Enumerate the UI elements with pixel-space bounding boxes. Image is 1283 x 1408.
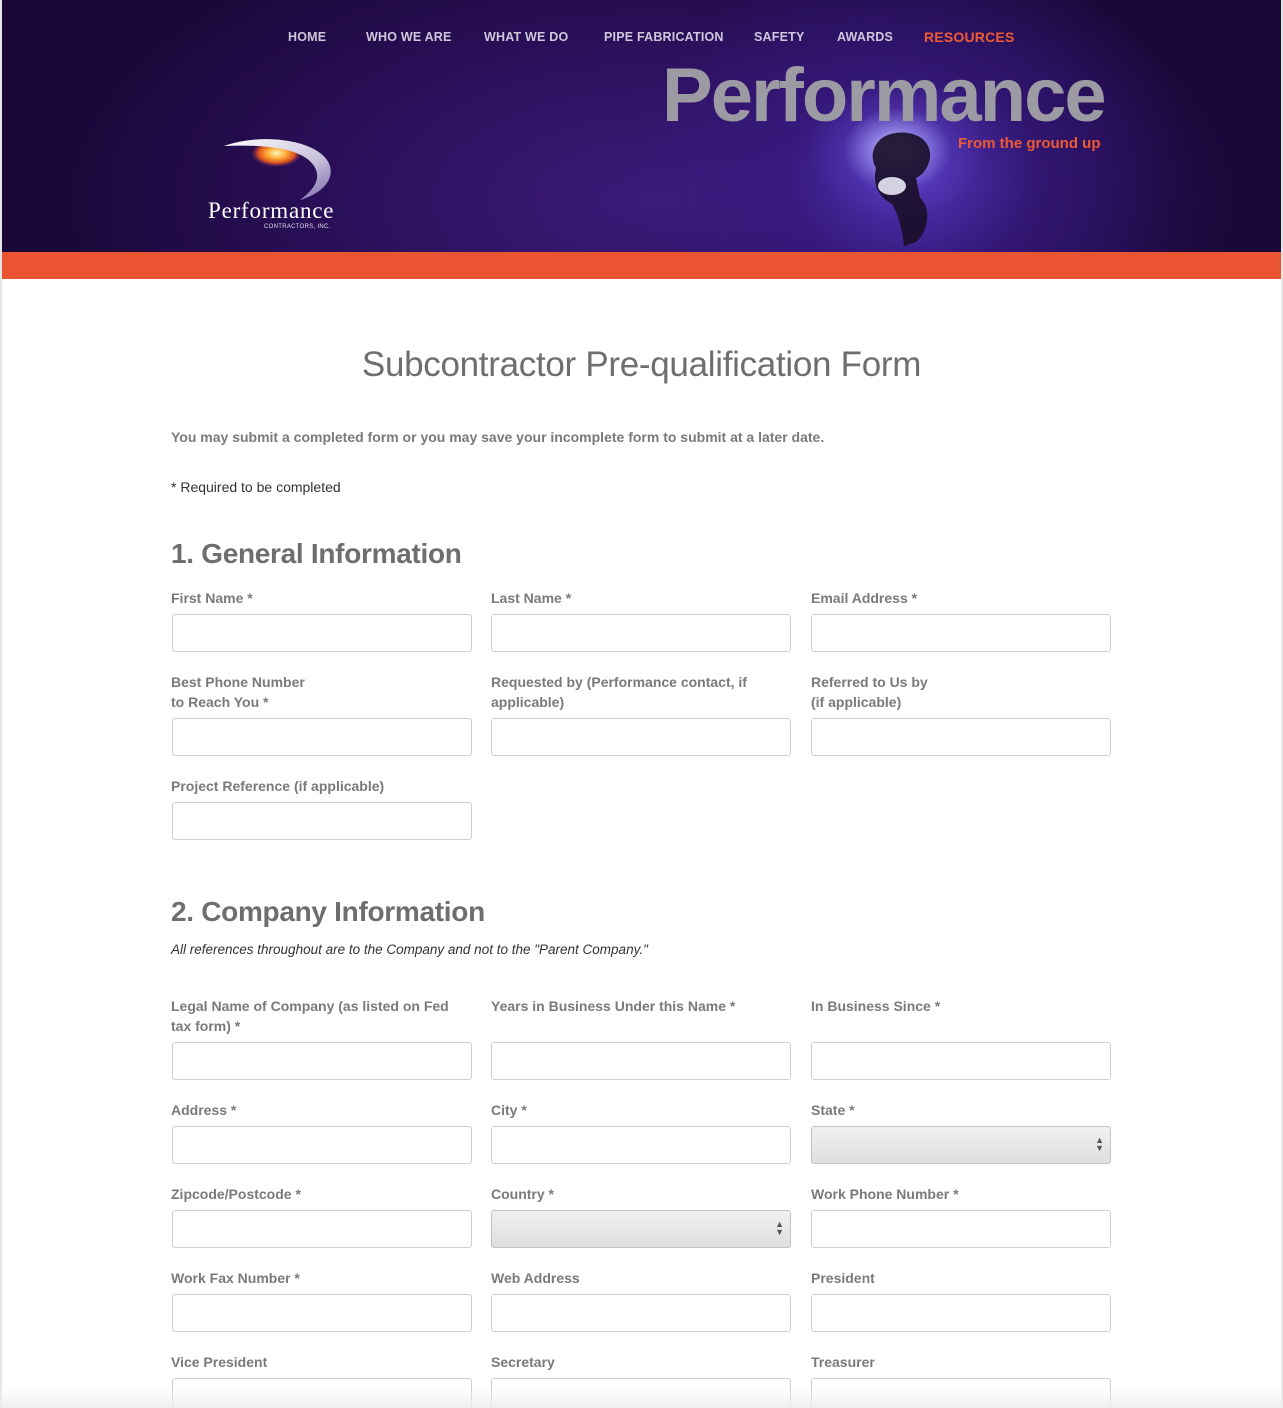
site-header: HOME WHO WE ARE WHAT WE DO PIPE FABRICAT… xyxy=(2,0,1281,252)
hero-tagline: From the ground up xyxy=(958,135,1101,152)
state-label: State * xyxy=(811,1102,855,1118)
first-name-input[interactable] xyxy=(172,614,472,652)
address-label: Address * xyxy=(171,1102,237,1118)
in-business-since-input[interactable] xyxy=(811,1042,1111,1080)
country-select[interactable]: ▲ ▼ xyxy=(491,1210,791,1248)
last-name-label: Last Name * xyxy=(491,590,572,606)
intro-text: You may submit a completed form or you m… xyxy=(171,429,825,445)
country-label: Country * xyxy=(491,1186,554,1202)
project-reference-input[interactable] xyxy=(172,802,472,840)
nav-item-who-we-are[interactable]: WHO WE ARE xyxy=(366,30,452,44)
nav-item-safety[interactable]: SAFETY xyxy=(754,30,805,44)
requested-by-label: Requested by (Performance contact, if ap… xyxy=(491,674,747,710)
work-fax-label: Work Fax Number * xyxy=(171,1270,300,1286)
company-logo[interactable]: Performance CONTRACTORS, INC. xyxy=(202,132,372,242)
first-name-label: First Name * xyxy=(171,590,253,606)
hero-headline: Performance xyxy=(662,53,1107,138)
in-business-since-label: In Business Since * xyxy=(811,998,941,1014)
project-reference-label: Project Reference (if applicable) xyxy=(171,778,385,794)
requested-by-input[interactable] xyxy=(491,718,791,756)
welder-image xyxy=(872,132,931,246)
logo-subtitle: CONTRACTORS, INC. xyxy=(264,224,331,230)
web-address-label: Web Address xyxy=(491,1270,580,1286)
city-input[interactable] xyxy=(491,1126,791,1164)
referred-label-line2: (if applicable) xyxy=(811,694,902,710)
president-input[interactable] xyxy=(811,1294,1111,1332)
address-input[interactable] xyxy=(172,1126,472,1164)
logo-wordmark: Performance xyxy=(208,198,335,223)
last-name-input[interactable] xyxy=(491,614,791,652)
select-arrows-icon: ▲ ▼ xyxy=(775,1219,784,1237)
nav-item-resources[interactable]: RESOURCES xyxy=(924,29,1014,45)
phone-label: Best Phone Number to Reach You * xyxy=(171,672,471,712)
select-arrows-icon: ▲ ▼ xyxy=(1095,1135,1104,1153)
referred-label-line1: Referred to Us by xyxy=(811,674,928,690)
referred-by-input[interactable] xyxy=(811,718,1111,756)
years-in-business-input[interactable] xyxy=(491,1042,791,1080)
section-title-company: 2. Company Information xyxy=(171,896,485,927)
email-label: Email Address * xyxy=(811,590,918,606)
main-nav: HOME WHO WE ARE WHAT WE DO PIPE FABRICAT… xyxy=(2,29,1281,50)
page-title: Subcontractor Pre-qualification Form xyxy=(361,345,922,384)
section-title-general: 1. General Information xyxy=(171,538,462,569)
nav-item-what-we-do[interactable]: WHAT WE DO xyxy=(484,30,568,44)
nav-item-awards[interactable]: AWARDS xyxy=(837,30,893,44)
phone-input[interactable] xyxy=(172,718,472,756)
work-phone-label: Work Phone Number * xyxy=(811,1186,959,1202)
president-label: President xyxy=(811,1270,875,1286)
zipcode-label: Zipcode/Postcode * xyxy=(171,1186,301,1202)
required-note: * Required to be completed xyxy=(171,479,341,495)
vice-president-label: Vice President xyxy=(171,1354,268,1370)
years-in-business-label: Years in Business Under this Name * xyxy=(491,998,736,1014)
secretary-label: Secretary xyxy=(491,1354,555,1370)
legal-name-input[interactable] xyxy=(172,1042,472,1080)
treasurer-label: Treasurer xyxy=(811,1354,875,1370)
nav-item-home[interactable]: HOME xyxy=(288,30,326,44)
referred-by-label: Referred to Us by (if applicable) xyxy=(811,672,1111,712)
phone-label-line1: Best Phone Number xyxy=(171,674,305,690)
work-fax-input[interactable] xyxy=(172,1294,472,1332)
bottom-fade xyxy=(0,1388,1283,1408)
work-phone-input[interactable] xyxy=(811,1210,1111,1248)
phone-label-line2: to Reach You * xyxy=(171,694,269,710)
zipcode-input[interactable] xyxy=(172,1210,472,1248)
web-address-input[interactable] xyxy=(491,1294,791,1332)
email-input[interactable] xyxy=(811,614,1111,652)
legal-name-label: Legal Name of Company (as listed on Fed … xyxy=(171,998,449,1034)
company-section-note: All references throughout are to the Com… xyxy=(171,942,648,957)
accent-bar xyxy=(2,252,1281,279)
nav-item-pipe-fabrication[interactable]: PIPE FABRICATION xyxy=(604,30,724,44)
flame-swoosh-icon xyxy=(224,139,331,200)
state-select[interactable]: ▲ ▼ xyxy=(811,1126,1111,1164)
city-label: City * xyxy=(491,1102,527,1118)
